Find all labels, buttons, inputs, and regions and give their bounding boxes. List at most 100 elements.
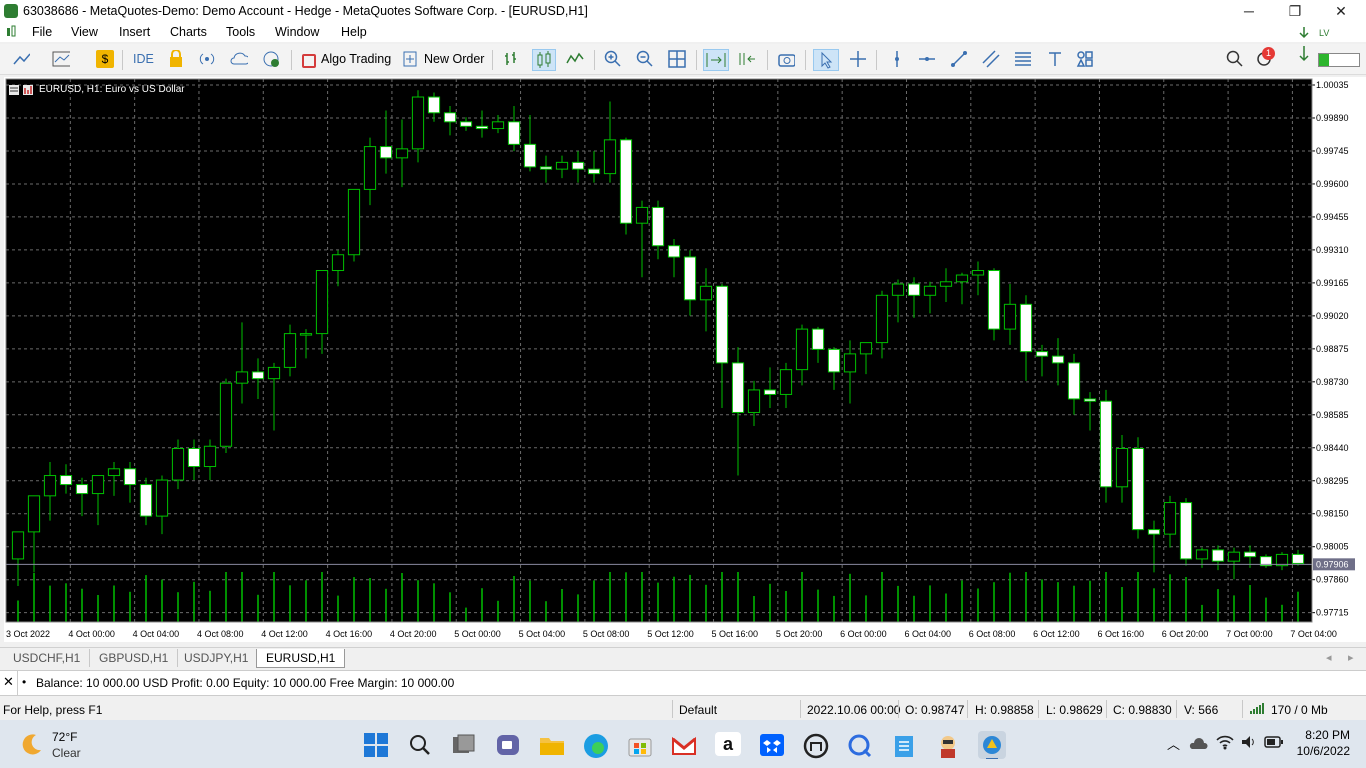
text-tool-icon[interactable] xyxy=(1046,50,1064,68)
amazon-icon[interactable]: a xyxy=(715,732,741,756)
toolbox-close-icon[interactable]: ✕ xyxy=(3,674,14,690)
price-axis-label: 0.97715 xyxy=(1316,608,1349,618)
ide-button[interactable]: IDE xyxy=(133,50,154,68)
teams-chat-icon[interactable] xyxy=(495,733,521,757)
weather-temp[interactable]: 72°F xyxy=(52,730,77,744)
new-order-button[interactable]: New Order xyxy=(424,50,484,68)
tabs-scroll-left-icon[interactable]: ◂ xyxy=(1326,651,1332,664)
clock-time[interactable]: 8:20 PM xyxy=(1304,728,1350,742)
signal-bars-icon xyxy=(1250,703,1264,714)
tabs-scroll-right-icon[interactable]: ▸ xyxy=(1348,651,1354,664)
zoom-q-icon[interactable] xyxy=(847,733,873,759)
app-circle-icon[interactable] xyxy=(803,733,829,759)
gmail-icon[interactable] xyxy=(671,733,697,757)
channel-icon[interactable] xyxy=(982,50,1000,68)
search-taskbar-icon[interactable] xyxy=(408,733,432,757)
clock-date[interactable]: 10/6/2022 xyxy=(1292,744,1350,758)
task-view-icon[interactable] xyxy=(451,733,477,757)
candle-body xyxy=(811,328,825,350)
shapes-icon[interactable] xyxy=(1076,50,1094,68)
battery-icon[interactable] xyxy=(1264,735,1284,749)
bar-chart-icon[interactable] xyxy=(502,50,520,68)
show-hidden-icons[interactable]: ︿ xyxy=(1167,734,1180,753)
windows-start-icon[interactable] xyxy=(364,733,388,757)
crosshair-icon[interactable] xyxy=(849,50,867,68)
menu-window[interactable]: Window xyxy=(275,25,319,39)
cloud-icon[interactable] xyxy=(230,50,248,68)
chart-window[interactable]: 1.00035 0.99890 0.99745 0.99600 0.99455 0.993… xyxy=(4,77,1366,642)
close-button[interactable]: ✕ xyxy=(1318,0,1364,22)
candle-body xyxy=(1211,549,1225,562)
horizontal-line-icon[interactable] xyxy=(918,50,936,68)
vps-icon[interactable] xyxy=(262,50,280,68)
profiles-icon[interactable] xyxy=(52,50,70,68)
market-icon[interactable]: $ xyxy=(96,50,114,68)
time-axis-label: 6 Oct 08:00 xyxy=(969,629,1016,639)
tab-eurusd[interactable]: EURUSD,H1 xyxy=(256,649,346,668)
chart-shift-icon[interactable] xyxy=(737,50,755,68)
algo-trading-button[interactable]: Algo Trading xyxy=(321,50,391,68)
one-click-icon[interactable]: LV xyxy=(1318,25,1332,39)
price-axis-label: 0.98875 xyxy=(1316,344,1349,354)
weather-condition[interactable]: Clear xyxy=(52,746,81,760)
tile-windows-icon[interactable] xyxy=(668,50,686,68)
cursor-icon[interactable] xyxy=(813,49,839,71)
onedrive-cloud-icon[interactable] xyxy=(1188,736,1208,750)
arrow-down-icon[interactable] xyxy=(1296,25,1312,39)
notepad-icon[interactable] xyxy=(891,733,917,759)
menu-help[interactable]: Help xyxy=(341,25,367,39)
lock-icon[interactable] xyxy=(167,50,185,68)
auto-scroll-icon[interactable] xyxy=(703,49,729,71)
vertical-line-icon[interactable] xyxy=(888,50,906,68)
candlestick-chart-icon[interactable] xyxy=(532,49,556,71)
dropbox-icon[interactable] xyxy=(759,733,785,757)
screenshot-icon[interactable] xyxy=(777,50,795,68)
fibonacci-icon[interactable] xyxy=(1014,50,1032,68)
tab-usdchf[interactable]: USDCHF,H1 xyxy=(4,649,91,667)
menu-file[interactable]: File xyxy=(32,25,52,39)
candle-body xyxy=(107,468,121,477)
one-click-trading-icon[interactable]: LV xyxy=(1294,44,1312,62)
chart-header-icons xyxy=(9,84,33,95)
price-axis-label: 0.98295 xyxy=(1316,476,1349,486)
price-axis-label: 0.98585 xyxy=(1316,410,1349,420)
algo-trading-icon xyxy=(302,54,316,68)
metatrader-taskbar-icon[interactable] xyxy=(978,731,1006,759)
menu-tools[interactable]: Tools xyxy=(226,25,255,39)
candle-body xyxy=(1003,303,1017,330)
candle-body xyxy=(1195,549,1209,560)
edge-browser-icon[interactable] xyxy=(583,733,609,759)
minimize-button[interactable]: ─ xyxy=(1226,0,1272,22)
notifications-icon[interactable]: 1 xyxy=(1256,47,1275,68)
account-summary[interactable]: Balance: 10 000.00 USD Profit: 0.00 Equi… xyxy=(36,676,454,690)
wifi-icon[interactable] xyxy=(1216,734,1234,750)
tab-usdjpy[interactable]: USDJPY,H1 xyxy=(175,649,259,667)
price-axis-label: 0.99890 xyxy=(1316,113,1349,123)
trendline-icon[interactable] xyxy=(950,50,968,68)
tab-gbpusd[interactable]: GBPUSD,H1 xyxy=(90,649,179,667)
candle-body xyxy=(555,161,569,170)
menu-view[interactable]: View xyxy=(71,25,98,39)
line-chart-icon[interactable] xyxy=(566,50,584,68)
time-axis-label: 7 Oct 04:00 xyxy=(1290,629,1337,639)
chart-window-icon[interactable] xyxy=(6,25,20,39)
menu-insert[interactable]: Insert xyxy=(119,25,150,39)
price-chart[interactable]: 1.00035 0.99890 0.99745 0.99600 0.99455 0.993… xyxy=(4,77,1366,642)
volume-icon[interactable] xyxy=(1240,734,1258,750)
signals-icon[interactable] xyxy=(198,50,216,68)
search-icon[interactable] xyxy=(1226,50,1244,68)
candle-body xyxy=(379,146,393,159)
character-app-icon[interactable] xyxy=(935,733,961,759)
zoom-out-icon[interactable] xyxy=(636,50,654,68)
moon-weather-icon[interactable] xyxy=(18,732,44,758)
status-profile[interactable]: Default xyxy=(679,703,717,717)
menu-charts[interactable]: Charts xyxy=(170,25,207,39)
candle-body xyxy=(923,285,937,296)
restore-button[interactable]: ❐ xyxy=(1272,0,1318,22)
microsoft-store-icon[interactable] xyxy=(627,733,653,757)
file-explorer-icon[interactable] xyxy=(539,733,565,757)
candle-body xyxy=(219,382,233,447)
new-chart-icon[interactable] xyxy=(12,50,30,68)
candle-body xyxy=(635,206,649,224)
zoom-in-icon[interactable] xyxy=(604,50,622,68)
